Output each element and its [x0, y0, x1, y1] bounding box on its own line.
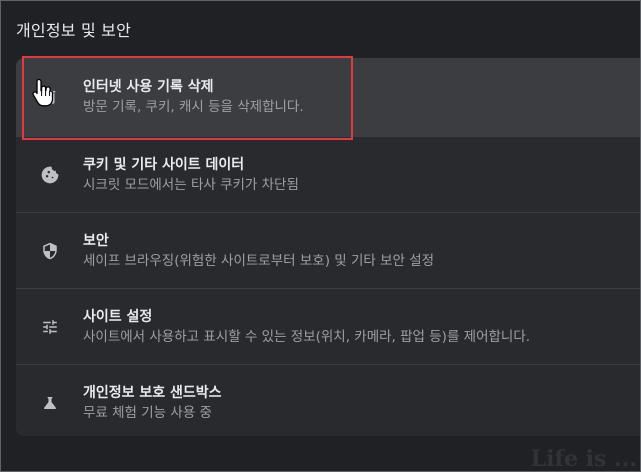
tune-icon: [40, 317, 60, 337]
site-settings-row[interactable]: 사이트 설정 사이트에서 사용하고 표시할 수 있는 정보(위치, 카메라, 팝…: [16, 288, 641, 364]
shield-icon: [40, 241, 60, 261]
row-title: 개인정보 보호 샌드박스: [83, 384, 222, 401]
security-row[interactable]: 보안 세이프 브라우징(위험한 사이트로부터 보호) 및 기타 보안 설정: [16, 212, 641, 288]
row-title: 쿠키 및 기타 사이트 데이터: [83, 156, 245, 173]
row-subtitle: 무료 체험 기능 사용 중: [83, 404, 212, 421]
settings-page: 개인정보 및 보안 인터넷 사용 기록 삭제 방문 기록, 쿠키, 캐시 등을 …: [0, 0, 641, 472]
row-subtitle: 시크릿 모드에서는 타사 쿠키가 차단됨: [83, 176, 299, 193]
flask-icon: [40, 393, 60, 413]
row-subtitle: 사이트에서 사용하고 표시할 수 있는 정보(위치, 카메라, 팝업 등)를 제…: [83, 328, 531, 345]
privacy-sandbox-row[interactable]: 개인정보 보호 샌드박스 무료 체험 기능 사용 중: [16, 364, 641, 436]
watermark: Life is ...: [530, 446, 637, 472]
clear-browsing-data-row[interactable]: 인터넷 사용 기록 삭제 방문 기록, 쿠키, 캐시 등을 삭제합니다.: [16, 58, 641, 136]
privacy-security-card: 인터넷 사용 기록 삭제 방문 기록, 쿠키, 캐시 등을 삭제합니다. 쿠키 …: [16, 58, 641, 436]
row-title: 인터넷 사용 기록 삭제: [83, 79, 214, 95]
cookie-icon: [40, 165, 60, 185]
hand-cursor-icon: [31, 77, 57, 107]
row-subtitle: 세이프 브라우징(위험한 사이트로부터 보호) 및 기타 보안 설정: [83, 252, 435, 269]
row-title: 보안: [83, 232, 109, 249]
row-subtitle: 방문 기록, 쿠키, 캐시 등을 삭제합니다.: [83, 99, 304, 115]
row-title: 사이트 설정: [83, 308, 153, 325]
cookies-row[interactable]: 쿠키 및 기타 사이트 데이터 시크릿 모드에서는 타사 쿠키가 차단됨: [16, 136, 641, 212]
section-title: 개인정보 및 보안: [16, 21, 132, 40]
